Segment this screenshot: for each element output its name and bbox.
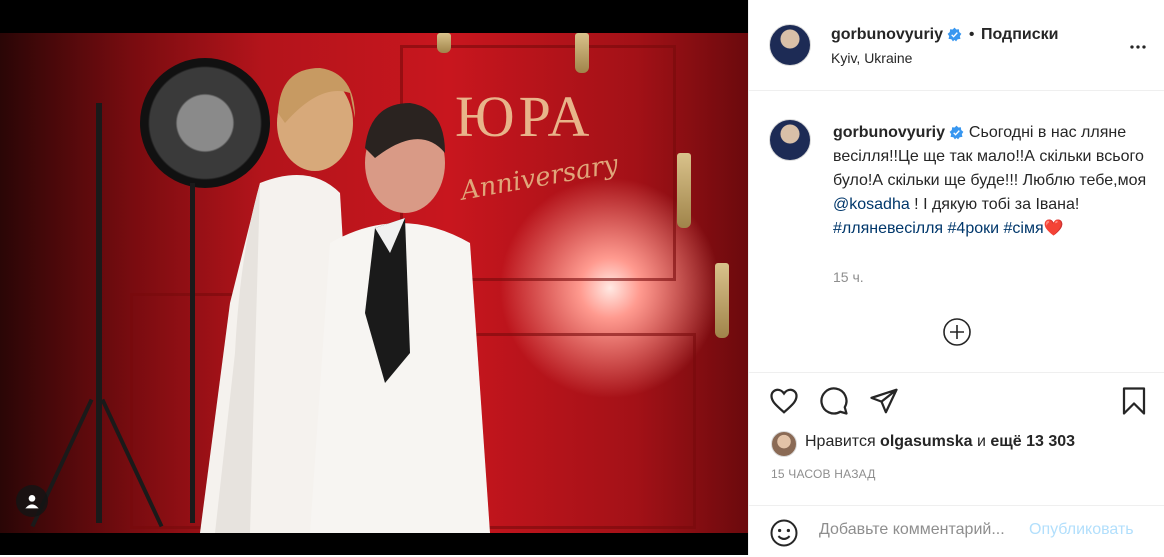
caption-author-avatar[interactable]: [769, 119, 811, 161]
publish-button[interactable]: Опубликовать: [1029, 521, 1134, 539]
curtain-tassel: [437, 33, 451, 53]
light-stand: [96, 103, 102, 523]
heart-emoji: ❤️: [1043, 220, 1064, 237]
likes-middle: и: [972, 433, 991, 450]
post-photo-area[interactable]: ЮРА Anniversary: [0, 0, 748, 555]
following-button[interactable]: Подписки: [981, 26, 1058, 43]
emoji-icon[interactable]: [769, 518, 799, 548]
tagged-users-button[interactable]: [16, 485, 48, 517]
post-location[interactable]: Kyiv, Ukraine: [831, 50, 912, 66]
bookmark-icon[interactable]: [1119, 386, 1149, 416]
comment-input[interactable]: Добавьте комментарий...: [819, 521, 1005, 539]
liker-avatar[interactable]: [771, 431, 797, 457]
caption-text-2: ! І дякую тобі за Івана!: [909, 196, 1080, 213]
couple-figure: [200, 68, 490, 533]
hashtag-link[interactable]: #лляневесілля: [833, 220, 943, 237]
curtain-tassel: [677, 153, 691, 228]
plus-circle-icon[interactable]: [942, 317, 972, 347]
comment-bar: Добавьте комментарий... Опубликовать: [749, 505, 1164, 557]
likes-count[interactable]: ещё 13 303: [990, 433, 1075, 450]
likes-prefix: Нравится: [805, 433, 881, 450]
more-options-icon[interactable]: [1129, 38, 1147, 56]
hashtag-link[interactable]: #4роки: [948, 220, 1000, 237]
user-tag-icon: [25, 495, 39, 509]
author-username[interactable]: gorbunovyuriy: [831, 26, 943, 43]
post-photo[interactable]: ЮРА Anniversary: [0, 33, 748, 533]
post-caption: gorbunovyuriy Сьогодні в нас лляне весіл…: [833, 121, 1153, 241]
liker-username[interactable]: olgasumska: [880, 433, 972, 450]
verified-badge-icon: [950, 125, 964, 140]
post-sidebar: gorbunovyuriy • Подписки Kyiv, Ukraine g…: [748, 0, 1164, 555]
header-separator: •: [968, 26, 975, 43]
comment-icon[interactable]: [819, 386, 849, 416]
post-actions: Нравится olgasumska и ещё 13 303 15 ЧАСО…: [749, 372, 1164, 556]
curtain-tassel: [715, 263, 729, 338]
share-icon[interactable]: [869, 386, 899, 416]
heart-icon[interactable]: [769, 386, 799, 416]
post-header: gorbunovyuriy • Подписки Kyiv, Ukraine: [749, 0, 1164, 91]
caption-username[interactable]: gorbunovyuriy: [833, 124, 945, 141]
hashtag-link[interactable]: #сімя: [1004, 220, 1044, 237]
verified-badge-icon: [948, 27, 962, 42]
caption-timestamp[interactable]: 15 ч.: [833, 269, 864, 285]
author-avatar[interactable]: [769, 24, 811, 66]
likes-summary: Нравится olgasumska и ещё 13 303: [805, 433, 1075, 451]
post-time-ago[interactable]: 15 ЧАСОВ НАЗАД: [771, 467, 876, 481]
curtain-tassel: [575, 33, 589, 73]
caption-mention[interactable]: @kosadha: [833, 196, 910, 213]
